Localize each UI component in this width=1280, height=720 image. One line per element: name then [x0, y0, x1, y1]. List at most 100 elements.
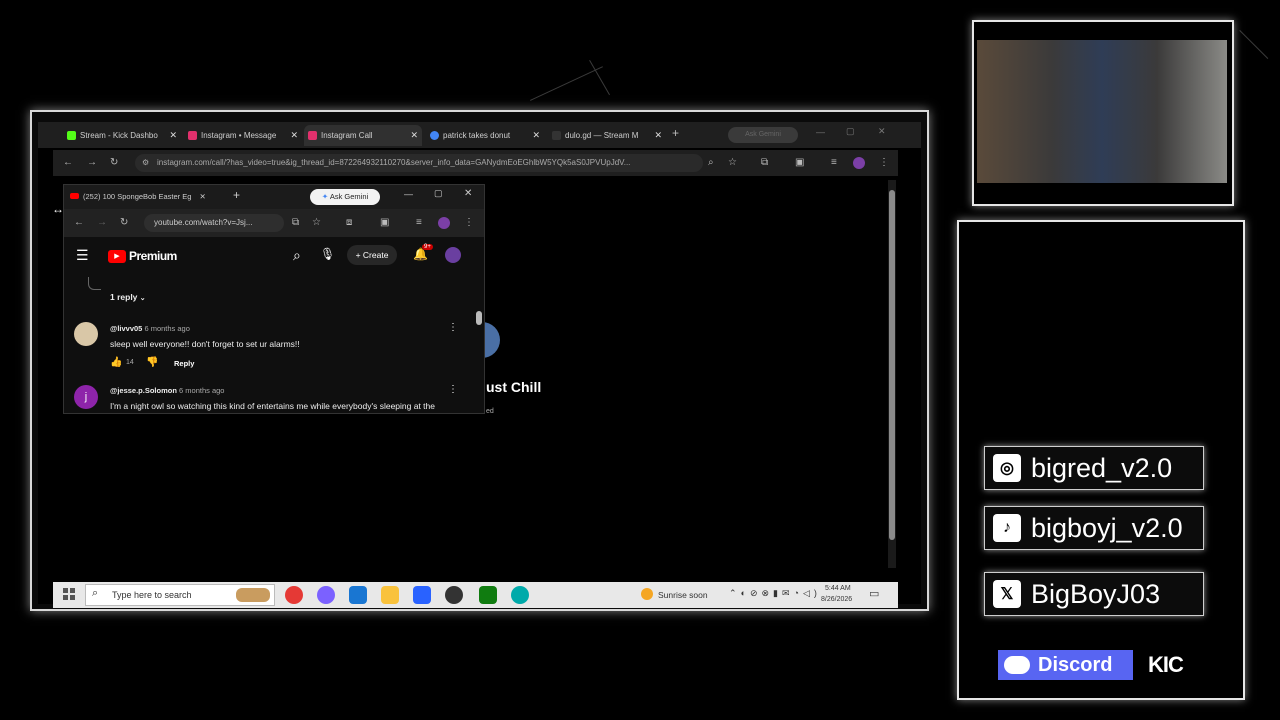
store-icon[interactable] — [413, 586, 431, 604]
clock-time[interactable]: 5:44 AM — [825, 585, 851, 592]
chrome-icon[interactable] — [285, 586, 303, 604]
tray-icons[interactable]: ⌃◐⊘⊗▮✉◔◁) — [729, 588, 821, 599]
x-icon: 𝕏 — [993, 580, 1021, 608]
instagram-icon — [308, 131, 317, 140]
tab-kick[interactable]: Stream - Kick Dashbo ✕ — [63, 125, 181, 146]
call-subtitle-partial: ed — [486, 408, 494, 415]
menu-icon[interactable]: ⋮ — [879, 150, 889, 176]
maximize-button[interactable]: ▢ — [846, 126, 855, 137]
youtube-header: ☰ ▶ Premium ⌕ 🎙 + Create 🔔 9+ — [64, 241, 484, 275]
minimize-button[interactable]: — — [816, 127, 825, 137]
like-icon[interactable]: 👍 — [110, 357, 122, 368]
extensions-icon[interactable]: ⧈ — [346, 209, 352, 237]
tab-instagram-call[interactable]: Instagram Call ✕ — [304, 125, 422, 146]
replies-toggle[interactable]: 1 reply ⌄ — [110, 292, 146, 302]
sidepanel-icon[interactable]: ▣ — [380, 209, 389, 237]
close-icon[interactable]: ✕ — [200, 192, 206, 201]
reply-button[interactable]: Reply — [174, 359, 194, 368]
youtube-window: (252) 100 SpongeBob Easter Eg ✕ + ✦ Ask … — [63, 184, 485, 414]
tab-instagram-messages[interactable]: Instagram • Message ✕ — [184, 125, 302, 146]
new-tab-button[interactable]: + — [672, 126, 679, 140]
reload-icon[interactable]: ↻ — [120, 209, 128, 237]
windows-taskbar: ⌕ Type here to search Sunrise soon ⌃◐⊘⊗▮… — [53, 582, 898, 608]
reload-icon[interactable]: ↻ — [110, 150, 118, 176]
avatar[interactable]: j — [74, 385, 98, 409]
microphone-icon[interactable]: 🎙 — [320, 247, 335, 261]
create-button[interactable]: + Create — [347, 245, 397, 265]
profile-icon[interactable] — [438, 217, 450, 229]
back-icon[interactable]: ← — [63, 150, 73, 176]
page-scrollbar[interactable] — [888, 180, 896, 568]
address-bar[interactable]: ⚙ instagram.com/call/?has_video=true&ig_… — [135, 154, 703, 172]
cast-icon[interactable]: ⧉ — [292, 209, 299, 237]
youtube-logo[interactable]: ▶ Premium — [108, 249, 177, 263]
close-icon[interactable]: ✕ — [532, 130, 540, 141]
tab-dulo[interactable]: dulo.gd — Stream M ✕ — [548, 125, 666, 146]
windows-start-icon[interactable] — [63, 588, 75, 600]
close-window-button[interactable]: ✕ — [878, 126, 886, 137]
bookmark-star-icon[interactable]: ☆ — [728, 150, 737, 176]
like-count: 14 — [126, 359, 134, 366]
youtube-tab-bar: (252) 100 SpongeBob Easter Eg ✕ + ✦ Ask … — [64, 185, 484, 209]
social-x: 𝕏 BigBoyJ03 — [984, 572, 1204, 616]
close-icon[interactable]: ✕ — [410, 130, 418, 141]
sidepanel-icon[interactable]: ▣ — [795, 150, 804, 176]
minimize-button[interactable]: — — [404, 189, 413, 199]
weather-icon — [641, 588, 653, 600]
forward-icon[interactable]: → — [97, 209, 107, 237]
maximize-button[interactable]: ▢ — [434, 188, 443, 199]
weather-text[interactable]: Sunrise soon — [658, 590, 708, 600]
avatar[interactable] — [445, 247, 461, 263]
google-icon — [430, 131, 439, 140]
background-line — [589, 60, 610, 96]
edge-icon[interactable] — [511, 586, 529, 604]
zoom-icon[interactable]: ⌕ — [708, 150, 714, 176]
search-icon[interactable]: ⌕ — [293, 247, 301, 264]
obs-icon[interactable] — [445, 586, 463, 604]
menu-icon[interactable]: ⋮ — [464, 209, 474, 237]
xbox-icon[interactable] — [479, 586, 497, 604]
comment-meta: @jesse.p.Solomon 6 months ago — [110, 386, 225, 395]
instagram-icon: ◎ — [993, 454, 1021, 482]
media-icon[interactable]: ≡ — [831, 150, 837, 176]
close-icon[interactable]: ✕ — [169, 130, 177, 141]
chevron-down-icon: ⌄ — [139, 295, 146, 302]
clock-date[interactable]: 8/26/2026 — [821, 596, 852, 603]
site-info-icon: ⚙ — [142, 158, 150, 167]
dislike-icon[interactable]: 👎 — [146, 357, 158, 368]
hamburger-menu-icon[interactable]: ☰ — [76, 247, 89, 264]
taskbar-search-input[interactable]: ⌕ Type here to search — [85, 584, 275, 606]
file-explorer-icon[interactable] — [381, 586, 399, 604]
close-icon[interactable]: ✕ — [290, 130, 298, 141]
comment-menu-icon[interactable]: ⋮ — [448, 384, 458, 395]
close-window-button[interactable]: ✕ — [464, 188, 472, 199]
media-icon[interactable]: ≡ — [416, 209, 422, 237]
outlook-icon[interactable] — [349, 586, 367, 604]
notification-center-icon[interactable]: ▭ — [869, 587, 879, 600]
new-tab-button[interactable]: + — [233, 188, 240, 202]
comment-meta: @livvv05 6 months ago — [110, 324, 190, 333]
kick-icon — [67, 131, 76, 140]
comment-menu-icon[interactable]: ⋮ — [448, 322, 458, 333]
ask-gemini-button[interactable]: Ask Gemini — [728, 127, 798, 143]
ask-gemini-button[interactable]: ✦ Ask Gemini — [310, 189, 380, 205]
address-bar[interactable]: youtube.com/watch?v=Jsj... — [144, 214, 284, 232]
tab-youtube[interactable]: (252) 100 SpongeBob Easter Eg ✕ — [70, 188, 220, 206]
tab-google-search[interactable]: patrick takes donut ✕ — [426, 125, 544, 146]
profile-icon[interactable] — [853, 157, 865, 169]
background-line — [1239, 30, 1269, 59]
avatar[interactable] — [74, 322, 98, 346]
gemini-icon: ✦ — [321, 192, 329, 201]
webcam-frame — [972, 20, 1234, 206]
close-icon[interactable]: ✕ — [654, 130, 662, 141]
youtube-scrollbar[interactable] — [476, 275, 482, 413]
bookmark-star-icon[interactable]: ☆ — [312, 209, 321, 237]
youtube-toolbar: ← → ↻ youtube.com/watch?v=Jsj... ⧉ ☆ ⧈ ▣… — [64, 209, 484, 237]
background-line — [530, 66, 603, 101]
tiktok-icon: ♪ — [993, 514, 1021, 542]
kick-logo: KIC — [1148, 652, 1184, 677]
forward-icon[interactable]: → — [87, 150, 97, 176]
extensions-icon[interactable]: ⧉ — [761, 150, 768, 176]
copilot-icon[interactable] — [317, 586, 335, 604]
back-icon[interactable]: ← — [74, 209, 84, 237]
